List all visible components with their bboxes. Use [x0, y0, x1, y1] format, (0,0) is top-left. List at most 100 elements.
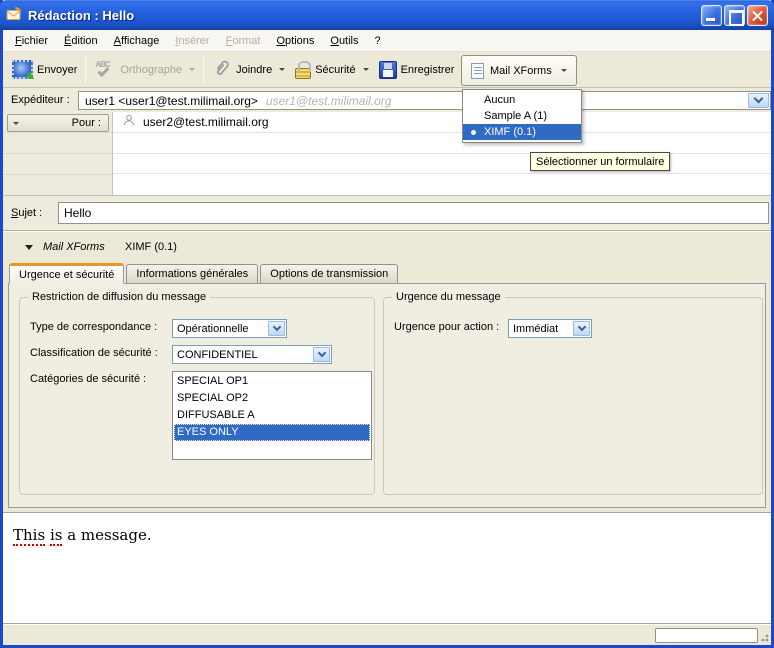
maximize-button[interactable] [724, 4, 745, 26]
recipient-type-button[interactable]: Pour : [7, 114, 109, 132]
list-item-selected[interactable]: EYES ONLY [174, 424, 370, 441]
from-label: Expéditeur : [11, 94, 70, 106]
statusbar [3, 624, 771, 645]
from-value: user1 <user1@test.milimail.org> [85, 93, 258, 108]
tab-urgence-securite[interactable]: Urgence et sécurité [9, 263, 125, 284]
menu-item-ximf-label: XIMF (0.1) [484, 126, 536, 138]
minimize-button[interactable] [701, 4, 722, 26]
subject-label: Sujet : [11, 207, 43, 219]
chevron-down-icon [753, 93, 764, 104]
selected-bullet-icon [471, 130, 476, 135]
window-title: Rédaction : Hello [28, 7, 135, 23]
recipient-row-empty[interactable] [113, 174, 771, 195]
progress-meter [655, 628, 758, 643]
send-button-label: Envoyer [37, 63, 78, 76]
list-item-empty[interactable] [174, 441, 370, 458]
subject-input[interactable] [58, 202, 769, 224]
recipient-row-empty[interactable] [113, 133, 771, 154]
attach-button[interactable]: Joindre [207, 56, 290, 83]
mail-xforms-button[interactable]: Mail XForms [461, 55, 577, 86]
paperclip-icon [212, 58, 232, 81]
from-hint: user1@test.milimail.org [265, 93, 392, 108]
categories-label: Catégories de sécurité : [30, 373, 147, 385]
urgency-action-value: Immédiat [513, 322, 559, 335]
from-combobox[interactable]: user1 <user1@test.milimail.org> user1@te… [78, 91, 771, 110]
type-correspondance-value: Opérationnelle [177, 322, 249, 335]
mail-xforms-button-label: Mail XForms [490, 64, 552, 77]
menu-fichier[interactable]: Fichier [7, 31, 56, 51]
recipient-type-column: Pour : [3, 112, 113, 195]
menu-format: Format [225, 34, 261, 47]
chevron-down-icon [189, 68, 196, 71]
list-item[interactable]: SPECIAL OP2 [174, 390, 370, 407]
toolbar: Envoyer ABC Orthographe Joindre Sécurité… [3, 52, 771, 88]
lock-icon [295, 61, 312, 79]
tab-panel: Restriction de diffusion du message Type… [8, 283, 766, 508]
misspelled-word: This [13, 526, 46, 546]
urgency-legend: Urgence du message [392, 291, 505, 303]
menu-affichage[interactable]: Affichage [106, 31, 168, 51]
body-text: a message. [62, 526, 152, 544]
chevron-down-icon [279, 68, 286, 71]
save-button-label: Enregistrer [400, 63, 455, 76]
collapse-triangle-icon[interactable] [25, 244, 33, 250]
classification-dropdown-button[interactable] [313, 347, 330, 362]
chevron-down-icon [560, 69, 567, 72]
person-icon [123, 114, 135, 129]
tooltip: Sélectionner un formulaire [530, 152, 671, 171]
menu-item-aucun[interactable]: Aucun [463, 92, 581, 108]
window-icon [6, 6, 22, 24]
tab-options-transmission[interactable]: Options de transmission [260, 264, 399, 283]
categories-listbox[interactable]: SPECIAL OP1 SPECIAL OP2 DIFFUSABLE A EYE… [172, 371, 372, 460]
spellcheck-button: ABC Orthographe [89, 58, 200, 82]
menubar: Fichier Édition Affichage Insérer Format… [3, 30, 771, 52]
save-button[interactable]: Enregistrer [374, 59, 473, 81]
urgency-dropdown-button[interactable] [573, 321, 590, 336]
chevron-down-icon [362, 68, 369, 71]
recipient-address: user2@test.milimail.org [143, 114, 269, 129]
send-icon [12, 60, 33, 79]
list-item[interactable]: DIFFUSABLE A [174, 407, 370, 424]
attach-button-label: Joindre [236, 63, 273, 76]
restriction-groupbox: Restriction de diffusion du message Type… [19, 291, 375, 495]
message-body-editor[interactable]: This is a message. [3, 512, 771, 624]
menu-aide[interactable]: ? [367, 31, 389, 51]
urgency-action-label: Urgence pour action : [394, 321, 500, 333]
from-dropdown-button[interactable] [748, 93, 769, 108]
toolbar-separator [85, 56, 87, 83]
menu-edition[interactable]: Édition [56, 31, 106, 51]
close-button[interactable] [747, 4, 768, 26]
menu-item-ximf[interactable]: XIMF (0.1) [463, 124, 581, 140]
spellcheck-button-label: Orthographe [120, 63, 183, 76]
titlebar[interactable]: Rédaction : Hello [0, 0, 774, 30]
type-dropdown-button[interactable] [268, 321, 285, 336]
classification-select[interactable]: CONFIDENTIEL [172, 345, 332, 364]
forms-dropdown-menu: Aucun Sample A (1) XIMF (0.1) [462, 89, 582, 143]
security-button[interactable]: Sécurité [290, 58, 373, 81]
recipient-rows: user2@test.milimail.org [113, 112, 771, 195]
restriction-legend: Restriction de diffusion du message [28, 291, 211, 303]
form-document-icon [471, 62, 484, 79]
tab-informations-generales[interactable]: Informations générales [126, 264, 259, 283]
type-correspondance-select[interactable]: Opérationnelle [172, 319, 287, 338]
recipient-row[interactable]: user2@test.milimail.org [113, 112, 771, 133]
xforms-section-label: Mail XForms [43, 241, 105, 253]
menu-options[interactable]: Options [268, 31, 322, 51]
send-button[interactable]: Envoyer [7, 58, 82, 81]
xforms-tabs: Urgence et sécurité Informations général… [3, 262, 771, 284]
menu-outils[interactable]: Outils [322, 31, 366, 51]
misspelled-word: is [49, 526, 63, 546]
tooltip-text: Sélectionner un formulaire [536, 155, 665, 168]
resize-grip-icon[interactable] [758, 631, 769, 642]
recipient-row-empty[interactable] [113, 154, 771, 175]
classification-label: Classification de sécurité : [30, 347, 158, 359]
xforms-form-name: XIMF (0.1) [125, 241, 177, 253]
urgency-action-select[interactable]: Immédiat [508, 319, 592, 338]
classification-value: CONFIDENTIEL [177, 348, 258, 361]
menu-inserer: Insérer [175, 34, 210, 47]
list-item[interactable]: SPECIAL OP1 [174, 373, 370, 390]
from-row: Expéditeur : user1 <user1@test.milimail.… [3, 88, 771, 112]
menu-item-sample-a[interactable]: Sample A (1) [463, 108, 581, 124]
spellcheck-icon: ABC [94, 60, 116, 80]
chevron-down-icon [272, 322, 281, 332]
